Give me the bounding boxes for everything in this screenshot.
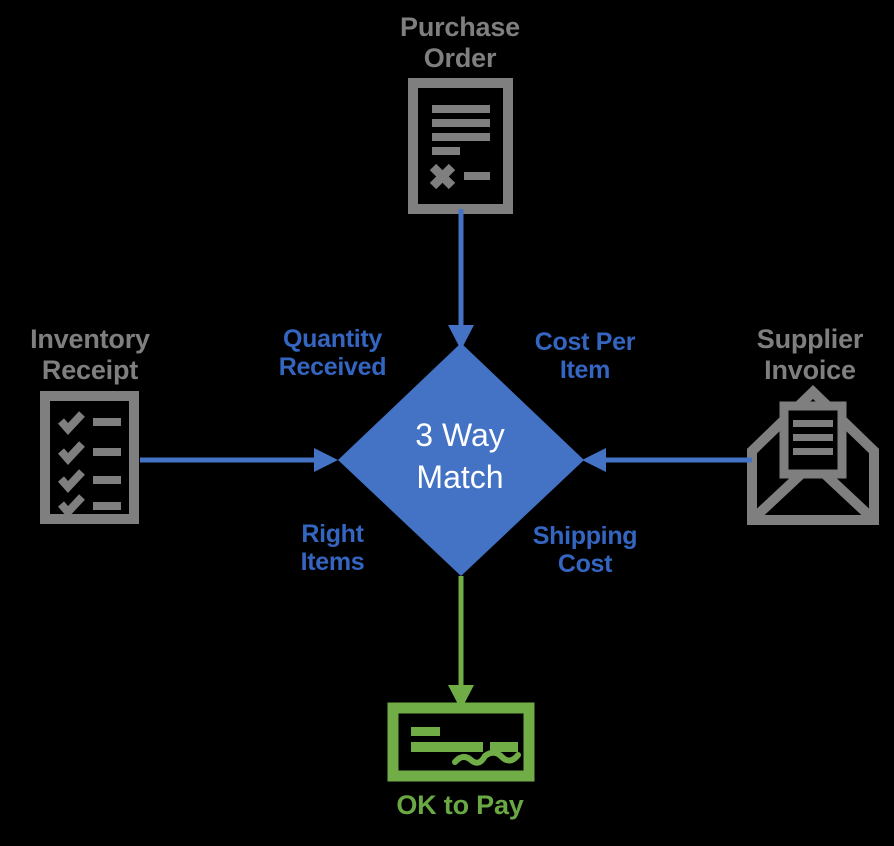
inventory-receipt-label: Inventory Receipt — [30, 324, 150, 385]
ok-to-pay-label: OK to Pay — [396, 790, 524, 820]
arrow-match-to-ok-to-pay — [448, 576, 474, 710]
supplier-invoice-label: Supplier Invoice — [756, 324, 864, 385]
edge-label-shipping-cost: Shipping Cost — [532, 522, 638, 579]
arrow-supplier-invoice-to-match — [582, 448, 752, 472]
three-way-match-text: 3 Way Match — [415, 417, 505, 496]
edge-label-quantity-received: Quantity Received — [278, 325, 387, 382]
edge-label-cost-per-item: Cost Per Item — [534, 328, 636, 385]
cheque-icon — [387, 702, 535, 782]
arrow-inventory-receipt-to-match — [140, 448, 338, 472]
open-envelope-icon — [747, 385, 879, 525]
arrow-purchase-order-to-match — [448, 209, 474, 350]
purchase-order-label: Purchase Order — [400, 12, 520, 73]
checklist-icon — [40, 391, 139, 524]
document-icon — [408, 78, 513, 214]
edge-label-right-items: Right Items — [300, 520, 365, 577]
